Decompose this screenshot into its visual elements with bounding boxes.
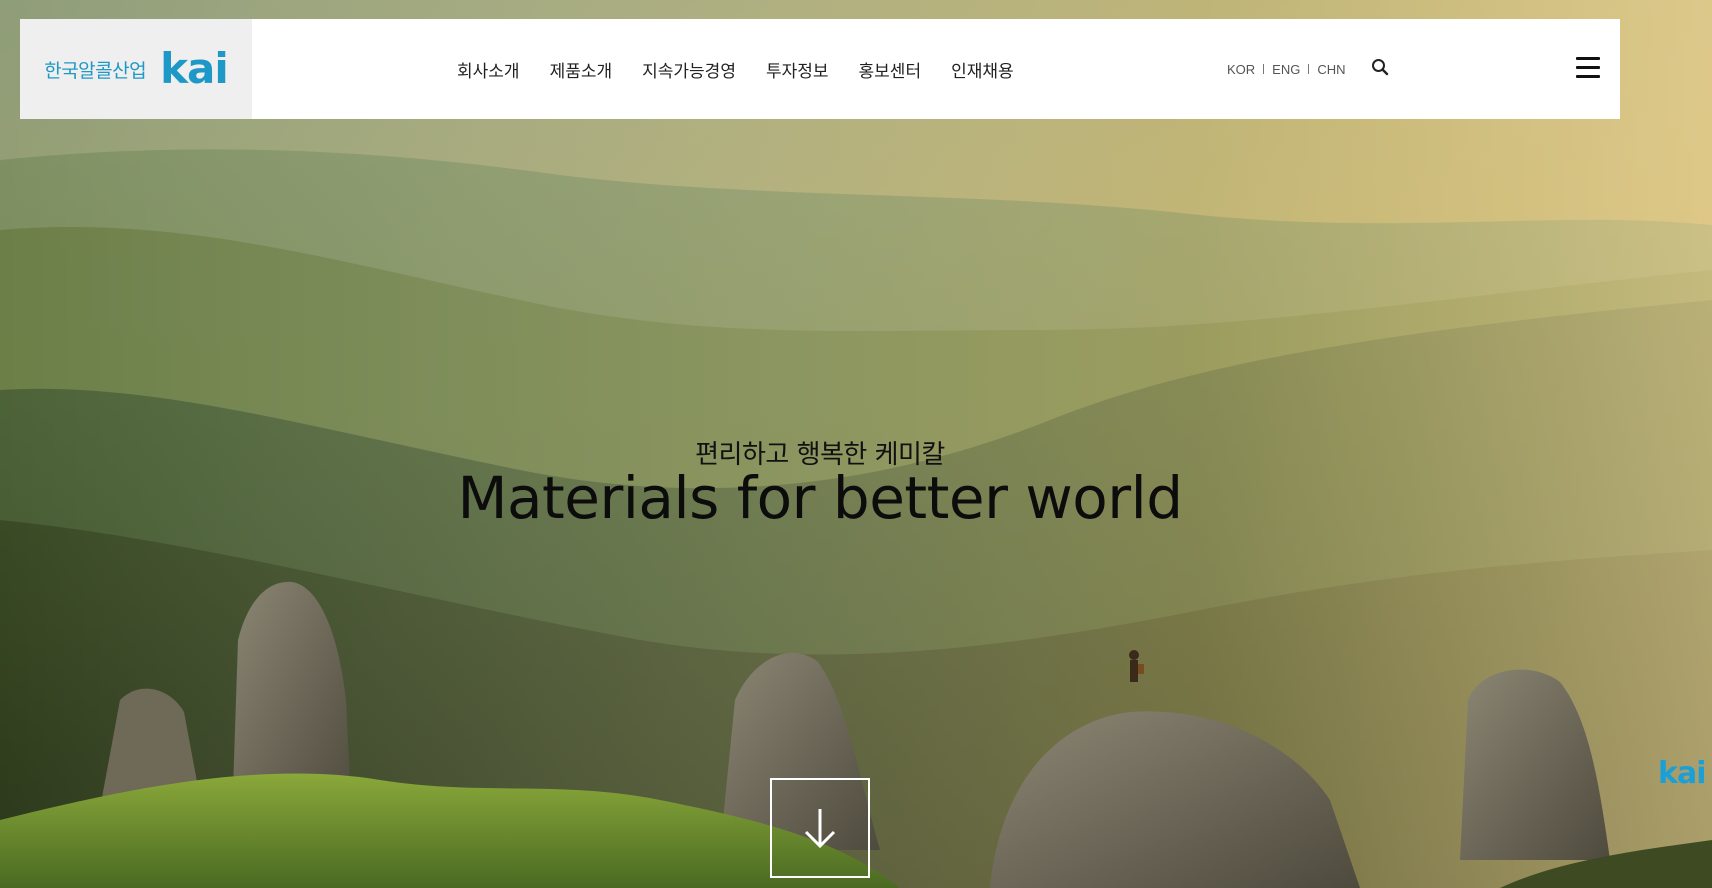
logo-mark: kai: [160, 44, 229, 93]
nav-item-sustainability[interactable]: 지속가능경영: [642, 57, 736, 82]
logo-text: 한국알콜산업: [44, 59, 147, 82]
search-icon: [1372, 59, 1389, 76]
lang-eng[interactable]: ENG: [1272, 62, 1300, 77]
hamburger-menu-button[interactable]: [1576, 57, 1600, 81]
language-switcher: KOR ENG CHN: [1227, 19, 1346, 119]
site-logo[interactable]: 한국알콜산업 kai: [20, 19, 252, 119]
main-navigation: 회사소개 제품소개 지속가능경영 투자정보 홍보센터 인재채용: [457, 19, 1014, 119]
lang-divider: [1308, 64, 1310, 74]
lang-chn[interactable]: CHN: [1317, 62, 1345, 77]
hamburger-menu-icon: [1576, 57, 1600, 78]
lang-kor[interactable]: KOR: [1227, 62, 1255, 77]
arrow-down-icon: [804, 809, 836, 849]
nav-item-company[interactable]: 회사소개: [457, 57, 520, 82]
search-button[interactable]: [1370, 57, 1392, 79]
nav-item-investor[interactable]: 투자정보: [766, 57, 829, 82]
side-logo-badge[interactable]: kai: [1658, 756, 1706, 791]
lang-divider: [1263, 64, 1265, 74]
nav-item-products[interactable]: 제품소개: [550, 57, 613, 82]
scroll-down-button[interactable]: [770, 778, 870, 878]
nav-item-pr-center[interactable]: 홍보센터: [859, 57, 922, 82]
site-header: 한국알콜산업 kai 회사소개 제품소개 지속가능경영 투자정보 홍보센터 인재…: [20, 19, 1620, 119]
hero-title: Materials for better world: [457, 464, 1183, 532]
nav-item-careers[interactable]: 인재채용: [951, 57, 1014, 82]
